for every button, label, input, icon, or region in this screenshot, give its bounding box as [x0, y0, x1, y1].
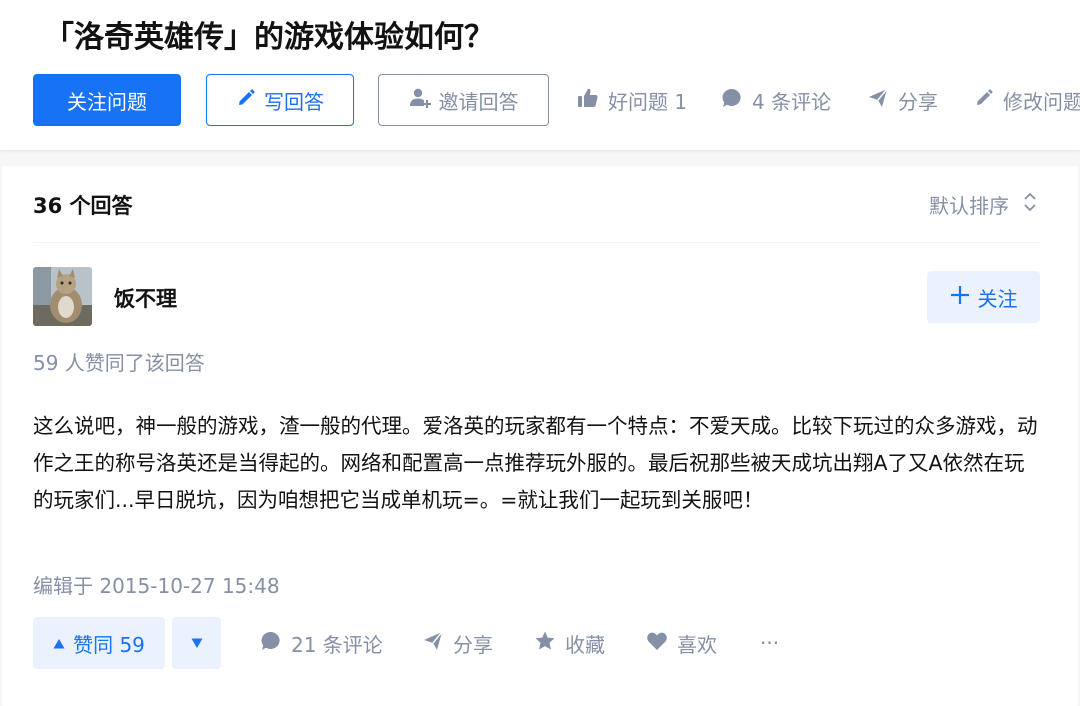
question-actions: 关注问题 写回答 邀请回答 好问题 1 4 条评论 分享 修改问题: [33, 74, 1080, 126]
follow-author-button[interactable]: 关注: [927, 271, 1040, 323]
edit-icon: [974, 88, 1003, 113]
vote-up-label: 赞同 59: [73, 632, 145, 657]
voters-count[interactable]: 59 人赞同了该回答: [33, 347, 205, 376]
share-icon: [422, 630, 453, 657]
edit-time[interactable]: 编辑于 2015-10-27 15:48: [33, 570, 280, 599]
collect-label: 收藏: [565, 632, 605, 657]
heart-icon: [646, 630, 677, 657]
write-answer-label: 写回答: [264, 89, 324, 114]
answers-card: 36 个回答 默认排序 饭不理 关注 59 人赞同了该回答 这么说吧，神一般的游…: [2, 166, 1078, 706]
author-name[interactable]: 饭不理: [114, 283, 177, 313]
avatar[interactable]: [33, 267, 92, 326]
invite-user-icon: [409, 87, 439, 114]
follow-author-label: 关注: [977, 286, 1018, 311]
sort-label: 默认排序: [929, 194, 1009, 218]
question-title[interactable]: 「洛奇英雄传」的游戏体验如何？: [44, 12, 494, 56]
triangle-down-icon: [191, 634, 203, 653]
question-comments-button[interactable]: 4 条评论: [721, 74, 831, 126]
answer-content: 这么说吧，神一般的游戏，渣一般的代理。爱洛英的玩家都有一个特点：不爱天成。比较下…: [33, 414, 1038, 512]
good-question-button[interactable]: 好问题 1: [577, 74, 687, 126]
good-question-label: 好问题 1: [608, 89, 688, 114]
comment-icon: [721, 87, 752, 114]
sort-chevrons-icon: [1009, 191, 1037, 218]
triangle-up-icon: [53, 631, 73, 655]
vote-up-button[interactable]: 赞同 59: [33, 617, 165, 669]
share-answer-button[interactable]: 分享: [422, 617, 493, 669]
like-button[interactable]: 喜欢: [646, 617, 717, 669]
collect-button[interactable]: 收藏: [534, 617, 605, 669]
follow-question-button[interactable]: 关注问题: [33, 74, 181, 126]
edit-question-label: 修改问题: [1003, 89, 1080, 114]
answers-header: 36 个回答 默认排序: [33, 166, 1041, 243]
question-comments-label: 4 条评论: [752, 89, 832, 114]
more-button[interactable]: ···: [760, 617, 779, 669]
thumbs-up-icon: [577, 87, 608, 114]
share-question-button[interactable]: 分享: [867, 74, 938, 126]
invite-answer-label: 邀请回答: [438, 89, 519, 114]
like-label: 喜欢: [677, 632, 717, 657]
plus-icon: [950, 285, 978, 310]
edit-question-button[interactable]: 修改问题: [974, 74, 1080, 126]
answer-count: 36 个回答: [33, 194, 133, 218]
question-header: 「洛奇英雄传」的游戏体验如何？ 关注问题 写回答 邀请回答 好问题 1 4 条评…: [0, 0, 1080, 150]
share-answer-label: 分享: [453, 632, 493, 657]
pencil-icon: [236, 88, 264, 113]
share-question-label: 分享: [898, 89, 938, 114]
answer-comments-label: 21 条评论: [291, 632, 383, 657]
answer-comments-button[interactable]: 21 条评论: [260, 617, 383, 669]
star-icon: [534, 630, 565, 657]
more-icon: ···: [760, 631, 780, 655]
write-answer-button[interactable]: 写回答: [206, 74, 354, 126]
share-icon: [867, 87, 898, 114]
vote-down-button[interactable]: [172, 617, 221, 669]
sort-dropdown[interactable]: 默认排序: [929, 190, 1037, 219]
comment-icon: [260, 630, 291, 657]
invite-answer-button[interactable]: 邀请回答: [378, 74, 549, 126]
follow-question-label: 关注问题: [67, 89, 147, 114]
